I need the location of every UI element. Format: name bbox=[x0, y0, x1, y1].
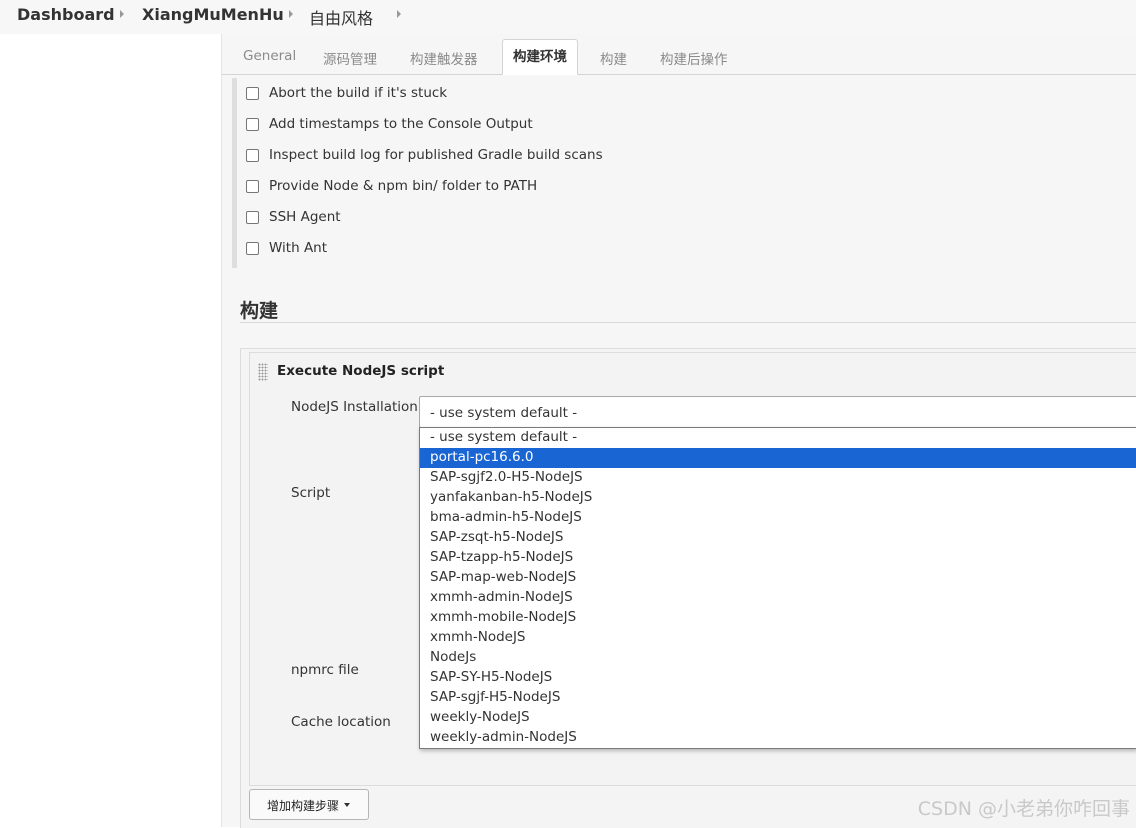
option-label: Inspect build log for published Gradle b… bbox=[269, 147, 603, 163]
nodejs-installation-dropdown[interactable]: - use system default - portal-pc16.6.0 S… bbox=[419, 427, 1136, 749]
breadcrumb-chevron-icon[interactable] bbox=[397, 10, 401, 18]
dropdown-option[interactable]: xmmh-NodeJS bbox=[420, 628, 1136, 648]
dropdown-option[interactable]: xmmh-admin-NodeJS bbox=[420, 588, 1136, 608]
checkbox[interactable] bbox=[246, 211, 259, 224]
label-cache-location: Cache location bbox=[291, 714, 391, 730]
config-tabs: General 源码管理 构建触发器 构建环境 构建 构建后操作 bbox=[222, 34, 1136, 75]
dropdown-option[interactable]: SAP-tzapp-h5-NodeJS bbox=[420, 548, 1136, 568]
tab-source-control[interactable]: 源码管理 bbox=[323, 48, 377, 68]
dropdown-option[interactable]: - use system default - bbox=[420, 428, 1136, 448]
checkbox[interactable] bbox=[246, 118, 259, 131]
breadcrumb-chevron-icon[interactable] bbox=[120, 10, 124, 18]
section-heading-build: 构建 bbox=[240, 300, 279, 322]
dropdown-option[interactable]: xmmh-mobile-NodeJS bbox=[420, 608, 1136, 628]
label-npmrc-file: npmrc file bbox=[291, 662, 359, 678]
dropdown-option[interactable]: NodeJs bbox=[420, 648, 1136, 668]
tab-general[interactable]: General bbox=[243, 48, 296, 64]
option-label: SSH Agent bbox=[269, 209, 341, 225]
breadcrumb-chevron-icon[interactable] bbox=[289, 10, 293, 18]
select-value: - use system default - bbox=[430, 405, 578, 421]
tab-post-build[interactable]: 构建后操作 bbox=[660, 48, 728, 68]
breadcrumb-job[interactable]: 自由风格 bbox=[309, 5, 373, 29]
dropdown-option[interactable]: SAP-sgjf-H5-NodeJS bbox=[420, 688, 1136, 708]
option-label: With Ant bbox=[269, 240, 328, 256]
option-label: Abort the build if it's stuck bbox=[269, 85, 448, 101]
build-step-title: Execute NodeJS script bbox=[277, 363, 445, 379]
dropdown-option[interactable]: SAP-zsqt-h5-NodeJS bbox=[420, 528, 1136, 548]
breadcrumb-project[interactable]: XiangMuMenHu bbox=[142, 5, 284, 24]
checkbox[interactable] bbox=[246, 180, 259, 193]
section-divider bbox=[240, 322, 1136, 323]
dropdown-option[interactable]: bma-admin-h5-NodeJS bbox=[420, 508, 1136, 528]
option-label: Add timestamps to the Console Output bbox=[269, 116, 533, 132]
breadcrumb-dashboard[interactable]: Dashboard bbox=[17, 5, 115, 24]
dropdown-option[interactable]: SAP-map-web-NodeJS bbox=[420, 568, 1136, 588]
option-label: Provide Node & npm bin/ folder to PATH bbox=[269, 178, 538, 194]
dropdown-option-highlighted[interactable]: portal-pc16.6.0 bbox=[420, 448, 1136, 468]
nodejs-installation-select[interactable]: - use system default - bbox=[419, 396, 1136, 428]
drag-handle-icon[interactable] bbox=[258, 363, 268, 381]
dropdown-option[interactable]: yanfakanban-h5-NodeJS bbox=[420, 488, 1136, 508]
add-build-step-button[interactable]: 增加构建步骤 bbox=[249, 789, 369, 820]
dropdown-option[interactable]: weekly-admin-NodeJS bbox=[420, 728, 1136, 748]
tab-build[interactable]: 构建 bbox=[600, 48, 627, 68]
breadcrumb: Dashboard XiangMuMenHu 自由风格 bbox=[0, 0, 1136, 34]
config-panel: General 源码管理 构建触发器 构建环境 构建 构建后操作 Abort t… bbox=[222, 34, 1136, 828]
dropdown-option[interactable]: weekly-NodeJS bbox=[420, 708, 1136, 728]
tab-build-triggers[interactable]: 构建触发器 bbox=[410, 48, 478, 68]
checkbox[interactable] bbox=[246, 87, 259, 100]
dropdown-option[interactable]: SAP-SY-H5-NodeJS bbox=[420, 668, 1136, 688]
label-nodejs-installation: NodeJS Installation bbox=[291, 399, 418, 415]
section-indicator bbox=[232, 78, 237, 268]
label-script: Script bbox=[291, 485, 331, 501]
checkbox[interactable] bbox=[246, 242, 259, 255]
tab-build-environment[interactable]: 构建环境 bbox=[502, 39, 578, 75]
caret-down-icon bbox=[344, 803, 350, 807]
checkbox[interactable] bbox=[246, 149, 259, 162]
dropdown-option[interactable]: SAP-sgjf2.0-H5-NodeJS bbox=[420, 468, 1136, 488]
watermark: CSDN @小老弟你咋回事 bbox=[917, 798, 1130, 820]
left-sidebar bbox=[0, 34, 222, 827]
